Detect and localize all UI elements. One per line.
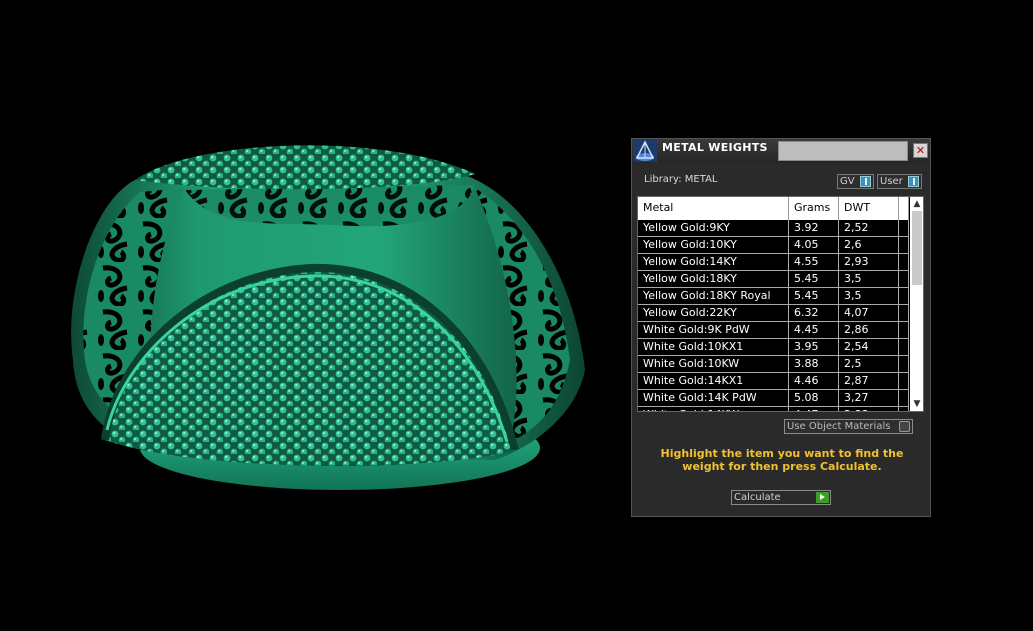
metal-weights-panel: METAL WEIGHTS ✕ Library: METAL GV User M… (631, 138, 931, 517)
dwt-cell: 3,5 (839, 271, 899, 288)
grams-cell: 5.45 (789, 271, 839, 288)
use-object-materials-label: Use Object Materials (787, 421, 891, 432)
table-row[interactable]: White Gold:14KW4.472,88 (638, 407, 909, 411)
row-spacer-cell (899, 356, 909, 373)
dwt-cell: 2,5 (839, 356, 899, 373)
metal-cell: Yellow Gold:10KY (638, 237, 789, 254)
metal-cell: Yellow Gold:18KY (638, 271, 789, 288)
metal-cell: White Gold:9K PdW (638, 322, 789, 339)
table-row[interactable]: White Gold:10KX1 3.95 2,54 (638, 339, 909, 356)
toggle-indicator-icon (860, 176, 871, 187)
row-spacer-cell (899, 254, 909, 271)
column-header-metal[interactable]: Metal (638, 197, 789, 220)
table-scrollbar[interactable]: ▲ ▼ (910, 197, 923, 411)
metal-cell: Yellow Gold:22KY (638, 305, 789, 322)
grams-cell: 4.45 (789, 322, 839, 339)
metal-cell: Yellow Gold:14KY (638, 254, 789, 271)
row-spacer-cell (899, 407, 909, 411)
table-row[interactable]: Yellow Gold:10KY 4.05 2,6 (638, 237, 909, 254)
dwt-cell: 3,5 (839, 288, 899, 305)
column-header-spacer (899, 197, 909, 220)
metal-table[interactable]: Metal Grams DWT Yellow Gold:9KY 3.92 2,52 Y… (637, 196, 924, 412)
close-icon[interactable]: ✕ (913, 143, 928, 158)
dwt-cell: 2,87 (839, 373, 899, 390)
metal-cell: White Gold:10KW (638, 356, 789, 373)
instruction-text: Highlight the item you want to find the … (660, 447, 904, 473)
calculate-button[interactable]: Calculate (731, 490, 831, 505)
table-row[interactable]: Yellow Gold:18KY 5.45 3,5 (638, 271, 909, 288)
row-spacer-cell (899, 220, 909, 237)
row-spacer-cell (899, 322, 909, 339)
grams-cell: 4.05 (789, 237, 839, 254)
grams-cell: 4.46 (789, 373, 839, 390)
title-drag-area[interactable] (778, 141, 908, 161)
grams-cell: 3.95 (789, 339, 839, 356)
row-spacer-cell (899, 288, 909, 305)
grams-cell: 5.45 (789, 288, 839, 305)
gv-label: GV (840, 176, 855, 187)
table-row[interactable]: Yellow Gold:14KY 4.55 2,93 (638, 254, 909, 271)
grams-cell: 3.88 (789, 356, 839, 373)
metal-cell: White Gold:14K PdW (638, 390, 789, 407)
user-label: User (880, 176, 903, 187)
grams-cell: 5.08 (789, 390, 839, 407)
table-row[interactable]: Yellow Gold:9KY 3.92 2,52 (638, 220, 909, 237)
dwt-cell: 2,52 (839, 220, 899, 237)
gv-toggle[interactable]: GV (837, 174, 874, 189)
grams-cell: 3.92 (789, 220, 839, 237)
grams-cell: 6.32 (789, 305, 839, 322)
table-row[interactable]: Yellow Gold:22KY 6.32 4,07 (638, 305, 909, 322)
ring-3d-model (71, 145, 585, 490)
panel-title: METAL WEIGHTS (662, 141, 768, 154)
dwt-cell: 2,54 (839, 339, 899, 356)
play-icon (816, 492, 829, 503)
dwt-cell: 4,07 (839, 305, 899, 322)
table-row[interactable]: White Gold:10KW 3.88 2,5 (638, 356, 909, 373)
column-header-grams[interactable]: Grams (789, 197, 839, 220)
metal-cell: Yellow Gold:18KY Royal (638, 288, 789, 305)
grams-cell: 4.55 (789, 254, 839, 271)
column-header-dwt[interactable]: DWT (839, 197, 899, 220)
table-row[interactable]: White Gold:14KX1 4.46 2,87 (638, 373, 909, 390)
metal-cell: White Gold:14KX1 (638, 373, 789, 390)
pyramid-sphere-icon (633, 140, 657, 162)
table-row[interactable]: White Gold:9K PdW 4.45 2,86 (638, 322, 909, 339)
scroll-thumb[interactable] (912, 211, 922, 285)
dwt-cell: 2,88 (839, 407, 899, 411)
chevron-down-icon[interactable]: ▼ (910, 397, 923, 411)
dwt-cell: 2,86 (839, 322, 899, 339)
use-object-materials-button[interactable]: Use Object Materials (784, 419, 913, 434)
row-spacer-cell (899, 390, 909, 407)
metal-cell: Yellow Gold:9KY (638, 220, 789, 237)
metal-cell: White Gold:10KX1 (638, 339, 789, 356)
user-toggle[interactable]: User (877, 174, 922, 189)
dwt-cell: 3,27 (839, 390, 899, 407)
chevron-up-icon[interactable]: ▲ (910, 197, 923, 211)
dwt-cell: 2,93 (839, 254, 899, 271)
library-label: Library: METAL (644, 174, 718, 185)
toggle-indicator-icon (908, 176, 919, 187)
table-row[interactable]: Yellow Gold:18KY Royal 5.45 3,5 (638, 288, 909, 305)
panel-titlebar[interactable]: METAL WEIGHTS ✕ (632, 139, 930, 163)
row-spacer-cell (899, 237, 909, 254)
grams-cell: 4.47 (789, 407, 839, 411)
row-spacer-cell (899, 373, 909, 390)
checkbox-icon (899, 421, 910, 432)
row-spacer-cell (899, 339, 909, 356)
row-spacer-cell (899, 305, 909, 322)
dwt-cell: 2,6 (839, 237, 899, 254)
table-header: Metal Grams DWT (638, 197, 909, 220)
calculate-label: Calculate (734, 492, 781, 503)
row-spacer-cell (899, 271, 909, 288)
metal-cell: White Gold:14KW (638, 407, 789, 411)
table-row[interactable]: White Gold:14K PdW 5.08 3,27 (638, 390, 909, 407)
